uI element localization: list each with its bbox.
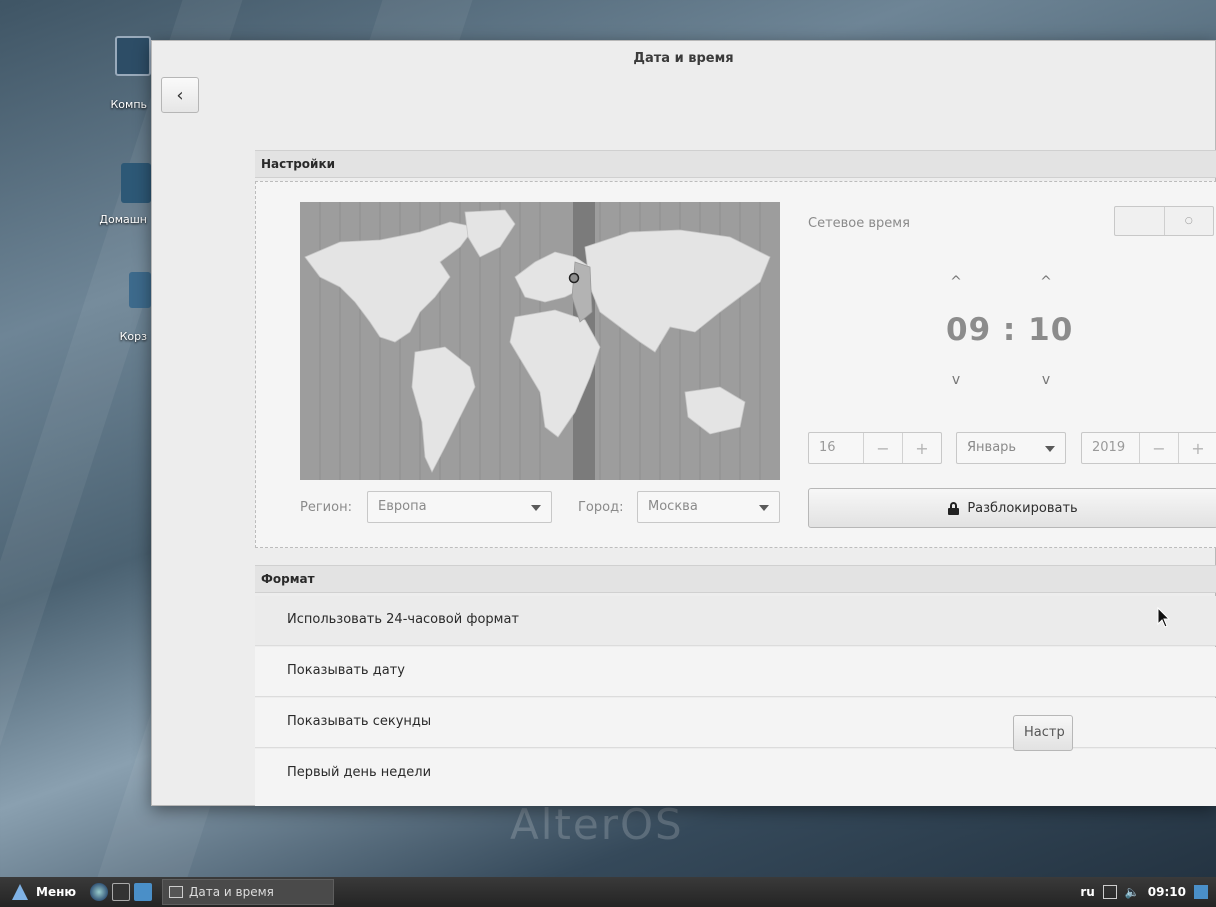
task-label: Дата и время xyxy=(189,885,274,899)
day-value: 16 xyxy=(819,440,836,455)
switch-knob-icon: ○ xyxy=(1184,216,1193,226)
taskbar-window-button[interactable]: Дата и время xyxy=(162,879,335,905)
format-row-show-date[interactable]: Показывать дату xyxy=(255,647,1216,697)
window-title: Дата и время xyxy=(633,51,734,66)
lock-icon xyxy=(948,501,960,515)
file-manager-icon[interactable] xyxy=(134,883,153,901)
alteros-logo-icon xyxy=(10,883,30,901)
world-map-icon xyxy=(300,202,780,480)
first-weekday-button[interactable]: Настр xyxy=(1013,715,1073,751)
time-display: 09 : 10 xyxy=(946,312,1074,348)
city-label: Город: xyxy=(578,500,624,515)
unlock-button[interactable]: Разблокировать xyxy=(808,488,1216,528)
network-icon[interactable] xyxy=(1102,885,1117,899)
terminal-icon[interactable] xyxy=(112,883,131,901)
keyboard-layout[interactable]: ru xyxy=(1080,885,1094,899)
desktop-watermark: AlterOS xyxy=(510,800,684,849)
day-plus-button[interactable]: + xyxy=(902,433,941,463)
minute-up-button[interactable]: ^ xyxy=(1026,274,1066,290)
window-settings-icon xyxy=(169,886,184,898)
city-value: Москва xyxy=(648,499,698,514)
city-select[interactable]: Москва xyxy=(637,491,780,523)
network-time-label: Сетевое время xyxy=(808,216,910,231)
volume-icon[interactable]: 🔈 xyxy=(1125,885,1140,899)
month-value: Январь xyxy=(967,440,1017,455)
taskbar: Меню Дата и время ru 🔈 09:10 xyxy=(0,877,1216,907)
mouse-pointer-icon xyxy=(1157,607,1171,628)
date-time-window: Дата и время ‹ Настройки Регион: Европа … xyxy=(151,40,1216,806)
desktop-icon-computer[interactable]: Компь xyxy=(85,36,155,116)
chevron-left-icon: ‹ xyxy=(176,84,184,106)
region-value: Европа xyxy=(378,499,427,514)
start-menu-button[interactable]: Меню xyxy=(0,883,86,901)
desktop-icon-label: Компь xyxy=(110,98,147,111)
back-button[interactable]: ‹ xyxy=(161,77,199,113)
switch-track xyxy=(1115,207,1165,235)
region-select[interactable]: Европа xyxy=(367,491,552,523)
browser-icon[interactable] xyxy=(90,883,109,901)
hour-down-button[interactable]: v xyxy=(936,372,976,388)
system-tray: ru 🔈 09:10 xyxy=(1080,885,1208,899)
timezone-map[interactable] xyxy=(300,202,780,480)
dropdown-arrow-icon xyxy=(759,505,769,511)
format-row-first-weekday[interactable]: Первый день недели xyxy=(255,749,1216,806)
trash-icon xyxy=(129,272,151,308)
month-select[interactable]: Январь xyxy=(956,432,1066,464)
home-folder-icon xyxy=(121,163,151,203)
format-row-label: Первый день недели xyxy=(287,765,432,780)
unlock-label: Разблокировать xyxy=(967,500,1078,516)
year-plus-button[interactable]: + xyxy=(1178,433,1216,463)
show-desktop-icon[interactable] xyxy=(1194,885,1208,899)
desktop-icon-label: Домашн xyxy=(99,213,147,226)
format-row-label: Показывать секунды xyxy=(287,714,432,729)
format-row-label: Использовать 24-часовой формат xyxy=(287,612,520,627)
format-header: Формат xyxy=(255,565,1216,593)
desktop-icon-label: Корз xyxy=(119,330,147,343)
desktop-icon-trash[interactable]: Корз xyxy=(85,272,155,352)
desktop-icon-home[interactable]: Домашн xyxy=(85,163,155,243)
format-row-label: Показывать дату xyxy=(287,663,405,678)
dropdown-arrow-icon xyxy=(531,505,541,511)
clock[interactable]: 09:10 xyxy=(1148,885,1186,899)
region-label: Регион: xyxy=(300,500,352,515)
minute-down-button[interactable]: v xyxy=(1026,372,1066,388)
hour-up-button[interactable]: ^ xyxy=(936,274,976,290)
dropdown-arrow-icon xyxy=(1045,446,1055,452)
settings-panel: Регион: Европа Город: Москва Сетевое вре… xyxy=(255,181,1216,548)
computer-icon xyxy=(115,36,151,76)
settings-header: Настройки xyxy=(255,150,1216,178)
format-row-24h[interactable]: Использовать 24-часовой формат xyxy=(255,596,1216,646)
year-minus-button[interactable]: − xyxy=(1139,433,1178,463)
day-spinner[interactable]: 16 − + xyxy=(808,432,942,464)
menu-label: Меню xyxy=(36,885,77,899)
network-time-switch[interactable]: ○ xyxy=(1114,206,1214,236)
year-spinner[interactable]: 2019 − + xyxy=(1081,432,1216,464)
day-minus-button[interactable]: − xyxy=(863,433,902,463)
year-value: 2019 xyxy=(1092,440,1126,455)
